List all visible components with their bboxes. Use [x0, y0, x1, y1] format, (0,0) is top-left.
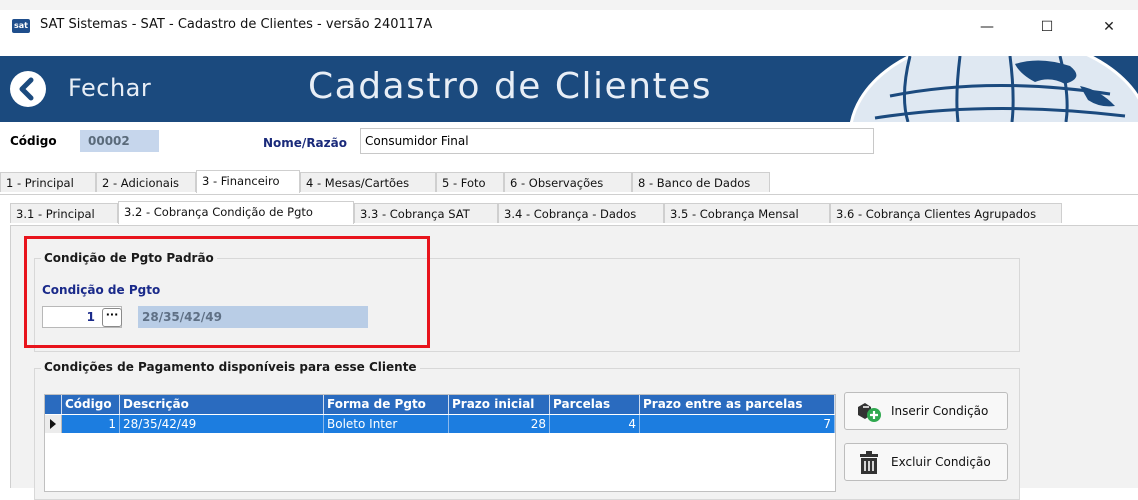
grid-header-corner [45, 395, 62, 414]
subtab-cobranca-condicao[interactable]: 3.2 - Cobrança Condição de Pgto [118, 201, 354, 224]
conditions-grid[interactable]: Código Descrição Forma de Pgto Prazo ini… [44, 394, 836, 492]
subtab-cobranca-dados[interactable]: 3.4 - Cobrança - Dados [498, 203, 664, 223]
window-title: SAT Sistemas - SAT - Cadastro de Cliente… [40, 17, 433, 32]
row-indicator-icon[interactable] [45, 415, 62, 433]
maximize-button[interactable]: ☐ [1024, 12, 1070, 42]
tab-adicionais[interactable]: 2 - Adicionais [96, 172, 196, 192]
header-banner: Fechar Cadastro de Clientes [0, 56, 1138, 122]
back-arrow-icon[interactable] [10, 71, 46, 107]
table-cell-prazo-inicial[interactable]: 28 [449, 415, 550, 433]
close-window-button[interactable]: ✕ [1086, 12, 1132, 42]
trash-icon [860, 451, 878, 474]
subtab-principal[interactable]: 3.1 - Principal [10, 203, 118, 223]
subtab-cobranca-mensal[interactable]: 3.5 - Cobrança Mensal [664, 203, 830, 223]
conditions-group-title: Condições de Pagamento disponíveis para … [41, 360, 420, 374]
nome-field[interactable]: Consumidor Final [360, 128, 874, 154]
insert-condition-button[interactable]: Inserir Condição [844, 392, 1008, 430]
tab-financeiro[interactable]: 3 - Financeiro [196, 170, 300, 193]
column-header-forma-pgto[interactable]: Forma de Pgto [324, 395, 449, 414]
page-title: Cadastro de Clientes [308, 66, 713, 107]
table-cell-forma[interactable]: Boleto Inter [324, 415, 449, 433]
delete-condition-button[interactable]: Excluir Condição [844, 443, 1008, 481]
tab-banco-de-dados[interactable]: 8 - Banco de Dados [632, 172, 770, 192]
add-condition-icon [858, 403, 881, 422]
codigo-label: Código [10, 134, 57, 148]
tab-mesas-cartoes[interactable]: 4 - Mesas/Cartões [300, 172, 436, 192]
subtab-cobranca-sat[interactable]: 3.3 - Cobrança SAT [354, 203, 498, 223]
tab-divider [0, 194, 1138, 195]
codigo-field[interactable]: 00002 [80, 130, 159, 152]
column-header-parcelas[interactable]: Parcelas [550, 395, 640, 414]
fechar-button[interactable]: Fechar [68, 74, 151, 102]
tab-principal[interactable]: 1 - Principal [0, 172, 96, 192]
app-icon: sat [12, 19, 30, 33]
table-cell-descricao[interactable]: 28/35/42/49 [120, 415, 324, 433]
table-cell-codigo[interactable]: 1 [62, 415, 120, 433]
sub-tabs: 3.1 - Principal 3.2 - Cobrança Condição … [10, 201, 1138, 225]
nome-label: Nome/Razão [263, 136, 347, 150]
column-header-prazo-entre[interactable]: Prazo entre as parcelas [640, 395, 835, 414]
tab-observacoes[interactable]: 6 - Observações [504, 172, 632, 192]
subtab-clientes-agrupados[interactable]: 3.6 - Cobrança Clientes Agrupados [830, 203, 1062, 223]
table-cell-parcelas[interactable]: 4 [550, 415, 640, 433]
delete-condition-label: Excluir Condição [891, 455, 991, 469]
globe-logo-icon [849, 56, 1138, 122]
column-header-descricao[interactable]: Descrição [120, 395, 324, 414]
tab-foto[interactable]: 5 - Foto [436, 172, 504, 192]
insert-condition-label: Inserir Condição [891, 404, 989, 418]
column-header-codigo[interactable]: Código [62, 395, 120, 414]
main-tabs: 1 - Principal 2 - Adicionais 3 - Finance… [0, 170, 1138, 194]
highlight-box [24, 236, 430, 348]
table-cell-prazo-entre[interactable]: 7 [640, 415, 835, 433]
column-header-prazo-inicial[interactable]: Prazo inicial [449, 395, 550, 414]
minimize-button[interactable]: — [964, 12, 1010, 42]
